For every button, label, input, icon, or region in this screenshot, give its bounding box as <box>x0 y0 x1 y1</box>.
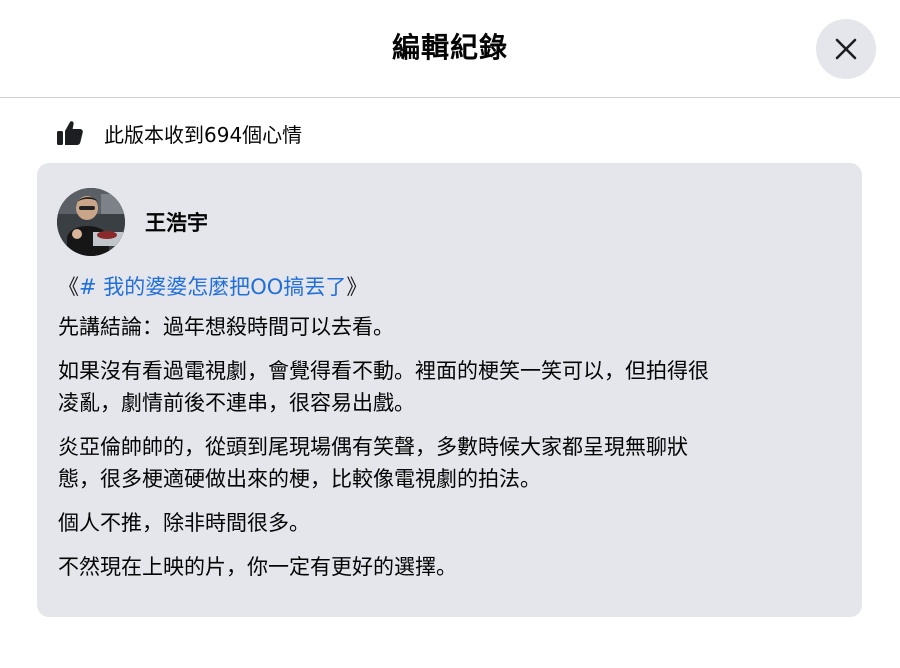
dialog-title: 編輯紀錄 <box>391 31 508 64</box>
post-author-row: 王浩宇 <box>57 188 208 256</box>
reactions-summary: 此版本收到694個心情 <box>56 116 302 150</box>
hashtag-link[interactable]: # 我的婆婆怎麼把OO搞丟了 <box>79 275 346 299</box>
paragraph-line: 態，很多梗適硬做出來的梗，比較像電視劇的拍法。 <box>58 467 541 491</box>
edit-history-dialog: 編輯紀錄 此版本收到694個心情 王浩宇 《# 我的婆婆怎麼把OO搞丟了》 先講… <box>0 0 900 668</box>
close-icon <box>835 38 857 60</box>
paragraph-line: 凌亂，劇情前後不連串，很容易出戲。 <box>58 391 415 415</box>
avatar[interactable] <box>57 188 125 256</box>
post-body: 《# 我的婆婆怎麼把OO搞丟了》 先講結論：過年想殺時間可以去看。 如果沒有看過… <box>58 271 848 595</box>
author-name[interactable]: 王浩宇 <box>145 207 208 237</box>
post-paragraph: 先講結論：過年想殺時間可以去看。 <box>58 311 848 343</box>
post-title-line: 《# 我的婆婆怎麼把OO搞丟了》 <box>58 271 848 303</box>
paragraph-line: 炎亞倫帥帥的，從頭到尾現場偶有笑聲，多數時候大家都呈現無聊狀 <box>58 435 688 459</box>
post-paragraph: 個人不推，除非時間很多。 <box>58 507 848 539</box>
thumbs-up-icon <box>57 121 83 145</box>
paragraph-line: 不然現在上映的片，你一定有更好的選擇。 <box>58 555 457 579</box>
post-paragraph: 如果沒有看過電視劇，會覺得看不動。裡面的梗笑一笑可以，但拍得很 凌亂，劇情前後不… <box>58 355 848 419</box>
close-button[interactable] <box>816 19 876 79</box>
paragraph-line: 如果沒有看過電視劇，會覺得看不動。裡面的梗笑一笑可以，但拍得很 <box>58 359 709 383</box>
title-open-bracket: 《 <box>58 275 79 299</box>
title-close-bracket: 》 <box>346 275 368 299</box>
post-paragraph: 不然現在上映的片，你一定有更好的選擇。 <box>58 551 848 583</box>
reactions-count-text: 此版本收到694個心情 <box>104 122 303 147</box>
paragraph-line: 個人不推，除非時間很多。 <box>58 511 310 535</box>
dialog-header: 編輯紀錄 <box>0 0 900 98</box>
post-paragraph: 炎亞倫帥帥的，從頭到尾現場偶有笑聲，多數時候大家都呈現無聊狀 態，很多梗適硬做出… <box>58 431 848 495</box>
paragraph-line: 先講結論：過年想殺時間可以去看。 <box>58 315 394 339</box>
post-card: 王浩宇 《# 我的婆婆怎麼把OO搞丟了》 先講結論：過年想殺時間可以去看。 如果… <box>37 163 862 617</box>
